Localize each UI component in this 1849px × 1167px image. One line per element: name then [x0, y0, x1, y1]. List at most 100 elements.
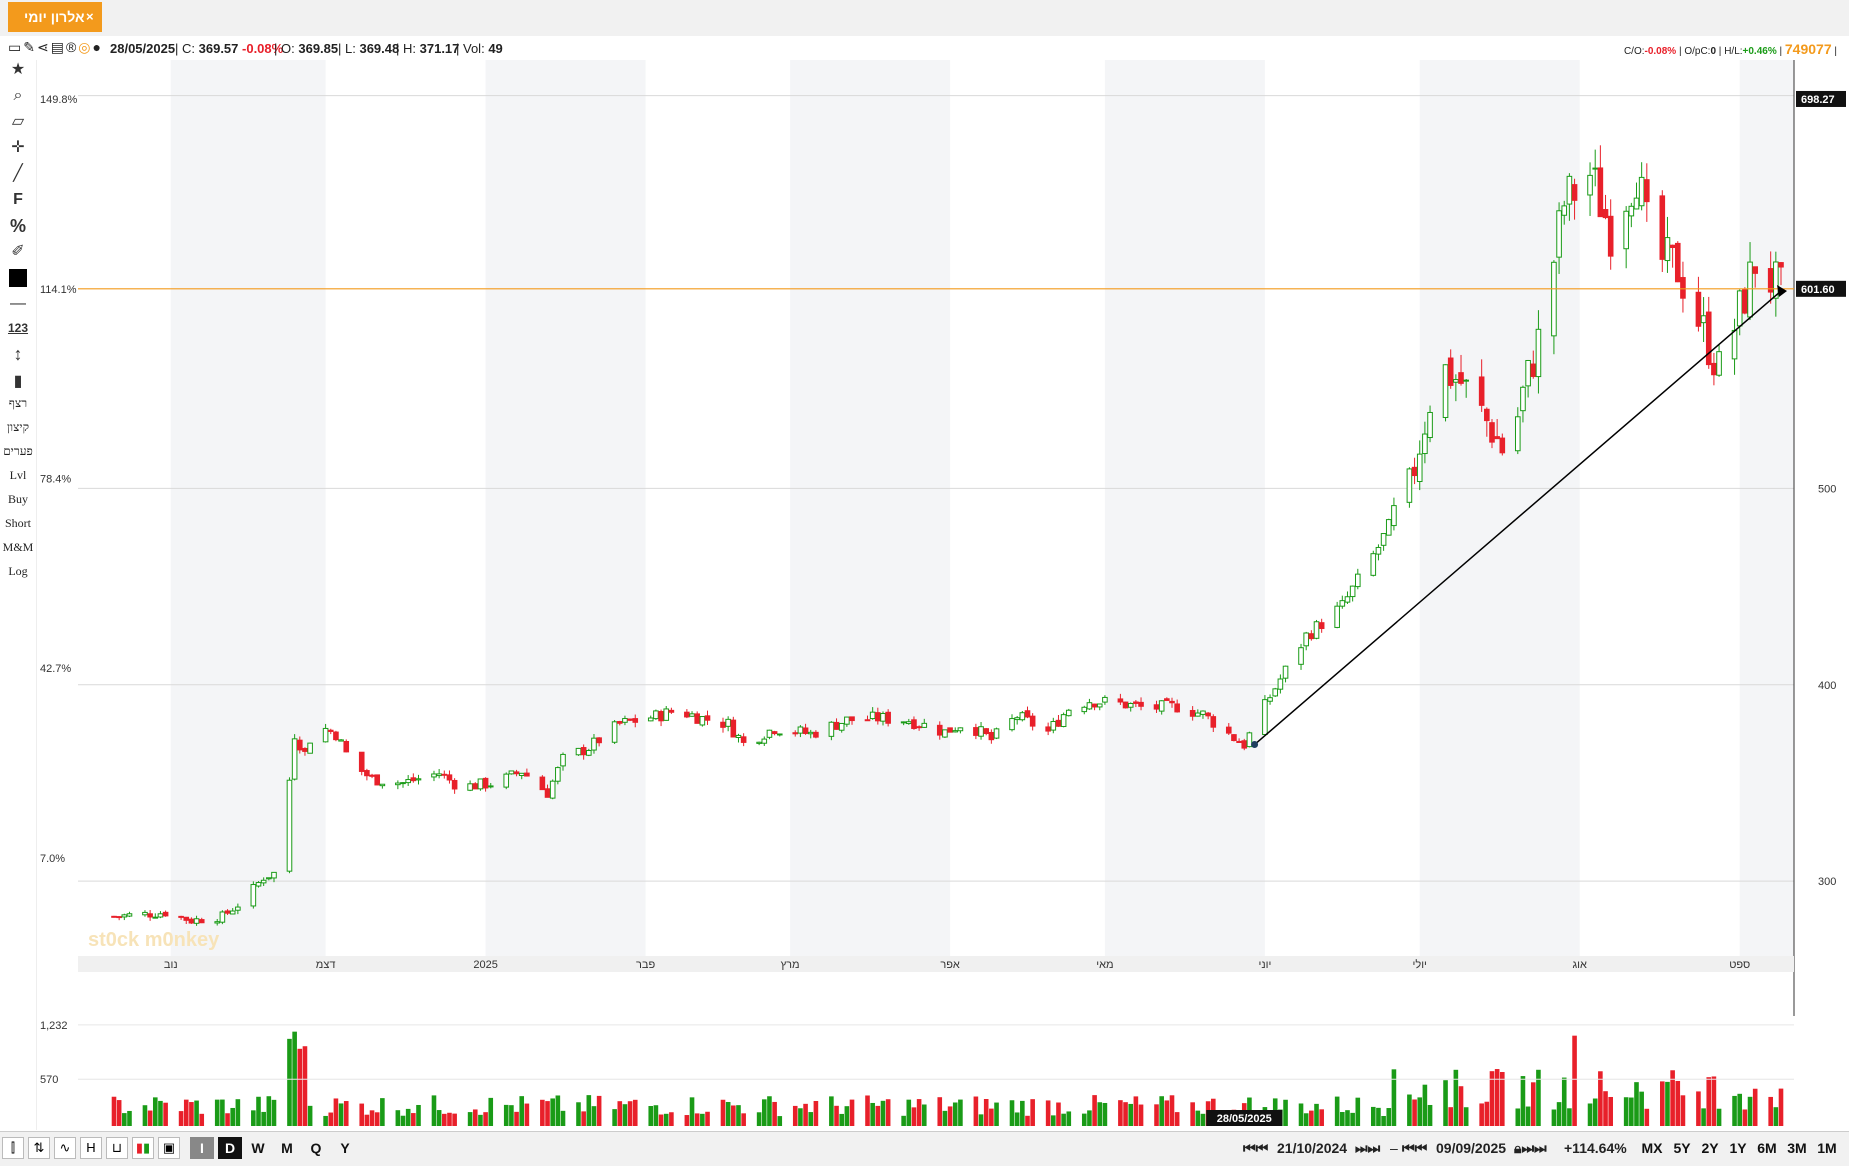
volume-bar [1061, 1113, 1066, 1126]
candle-body [188, 918, 195, 924]
volume-bar [1587, 1103, 1593, 1126]
volume-bar [1138, 1104, 1144, 1126]
hollow-candle-icon[interactable]: ⊔ [106, 1137, 128, 1159]
candle-body [586, 750, 592, 756]
percent-icon[interactable]: % [4, 214, 32, 238]
sidebar-item-extreme[interactable]: קיצון [0, 420, 36, 435]
volume-bar [1370, 1106, 1376, 1126]
last-price-label: 698.27 [1801, 94, 1835, 106]
volume-bar [287, 1038, 292, 1126]
period-3m[interactable]: 3M [1783, 1137, 1811, 1159]
window-icon[interactable]: ▭ [8, 39, 23, 55]
sidebar-item-lvl[interactable]: Lvl [0, 468, 36, 483]
interval-weekly[interactable]: W [246, 1137, 270, 1159]
line-style-icon[interactable]: — [4, 292, 32, 316]
lock-nav-icons[interactable]: 🔒︎⏭⏭ [1514, 1137, 1547, 1159]
candle-body [1520, 386, 1526, 412]
candle-body [1153, 704, 1160, 710]
candle-body [410, 777, 417, 782]
sidebar-item-mm[interactable]: M&M [0, 540, 36, 555]
volume-bar [1417, 1097, 1423, 1126]
target-icon[interactable]: ◎ [78, 39, 92, 55]
sidebar-item-log[interactable]: Log [0, 564, 36, 579]
candle-body [1303, 632, 1309, 647]
sidebar-item-gaps[interactable]: פערים [0, 444, 36, 459]
vertical-line-icon[interactable]: ↕ [4, 342, 32, 366]
ohlc-icon[interactable]: H [80, 1137, 102, 1159]
volume-bar [591, 1106, 597, 1126]
candle-body [905, 721, 912, 725]
volume-bar [1706, 1077, 1712, 1126]
candle-body [1262, 699, 1268, 735]
candle-body [250, 884, 257, 907]
line-chart-icon[interactable]: ∿ [54, 1137, 76, 1159]
share-icon[interactable]: ⋖ [37, 39, 51, 55]
toolbar-icons[interactable]: ▭✎⋖▤®◎● [8, 39, 103, 56]
interval-daily[interactable]: D [218, 1137, 242, 1159]
candle-body [1561, 205, 1568, 216]
start-nav-forward-icons[interactable]: ⏭⏭ [1355, 1137, 1380, 1159]
save-icon[interactable]: ▣ [158, 1137, 180, 1159]
search-icon[interactable]: ⌕ [4, 84, 32, 108]
start-date[interactable]: 21/10/2024 [1277, 1137, 1347, 1159]
candle-body [1530, 363, 1537, 377]
eraser-icon[interactable]: ▱ [4, 110, 32, 134]
crosshair-icon[interactable]: ✛ [4, 136, 32, 160]
candle-body [983, 728, 990, 735]
candle-body [1014, 717, 1020, 721]
volume-bar [834, 1105, 839, 1126]
period-6m[interactable]: 6M [1753, 1137, 1781, 1159]
candle-body [1484, 408, 1490, 422]
period-max[interactable]: MX [1637, 1137, 1667, 1159]
candle-body [214, 921, 221, 924]
sidebar-item-sequence[interactable]: רצף [0, 396, 36, 411]
sidebar-item-buy[interactable]: Buy [0, 492, 36, 507]
line-tool-icon[interactable]: ╱ [4, 162, 32, 186]
price-chart[interactable]: 149.8%114.1%78.4%42.7%7.0%70050040030069… [36, 60, 1849, 1130]
volume-bar [983, 1098, 989, 1126]
sidebar-item-short[interactable]: Short [0, 516, 36, 531]
volume-bar [111, 1096, 117, 1126]
candle-body [198, 919, 205, 924]
interval-quarterly[interactable]: Q [304, 1137, 328, 1159]
wrench-icon[interactable]: ✎ [23, 39, 37, 55]
edit-icon[interactable]: ✐ [4, 240, 32, 264]
star-icon[interactable]: ★ [4, 58, 32, 82]
date-marker: 28/05/2025 [1217, 1113, 1272, 1125]
volume-colors-icon[interactable]: ▮▮ [132, 1137, 154, 1159]
volume-bar [1659, 1081, 1665, 1126]
interval-intraday[interactable]: I [190, 1137, 214, 1159]
volume-bar [1484, 1101, 1490, 1126]
start-nav-icons[interactable]: ⏮⏮ [1243, 1137, 1268, 1159]
period-5y[interactable]: 5Y [1669, 1137, 1695, 1159]
interval-monthly[interactable]: M [275, 1137, 299, 1159]
period-2y[interactable]: 2Y [1697, 1137, 1723, 1159]
volume-bar [333, 1098, 339, 1126]
quote-close: | C: 369.57 -0.08% [175, 41, 284, 56]
chart-tab[interactable]: × אלרון יומי [8, 2, 102, 32]
bar-chart-icon[interactable]: ⇅ [28, 1137, 50, 1159]
volume-bar [885, 1099, 891, 1126]
end-nav-icons[interactable]: ⏮⏮ [1402, 1137, 1427, 1159]
close-tab-icon[interactable]: × [86, 9, 94, 24]
period-1y[interactable]: 1Y [1725, 1137, 1751, 1159]
candle-body [1225, 726, 1232, 734]
fibonacci-icon[interactable]: F [4, 188, 32, 212]
candle-body [761, 738, 768, 744]
candle-body [1313, 621, 1320, 639]
volume-bar [1427, 1104, 1433, 1126]
candle-body [162, 911, 169, 917]
interval-yearly[interactable]: Y [333, 1137, 357, 1159]
candle-style-icon[interactable]: ▮ [4, 370, 32, 394]
color-swatch-icon[interactable] [4, 266, 32, 290]
candle-chart-icon[interactable]: ⫿ [2, 1137, 24, 1159]
period-1m[interactable]: 1M [1813, 1137, 1841, 1159]
numbers-icon[interactable]: 123 [4, 316, 32, 340]
comment-icon[interactable]: ● [92, 39, 102, 55]
registered-icon[interactable]: ® [66, 39, 78, 55]
end-date[interactable]: 09/09/2025 [1436, 1137, 1506, 1159]
candle-body [885, 711, 891, 724]
volume-bar [1443, 1080, 1448, 1126]
document-icon[interactable]: ▤ [51, 39, 66, 55]
volume-bar [1045, 1100, 1051, 1126]
